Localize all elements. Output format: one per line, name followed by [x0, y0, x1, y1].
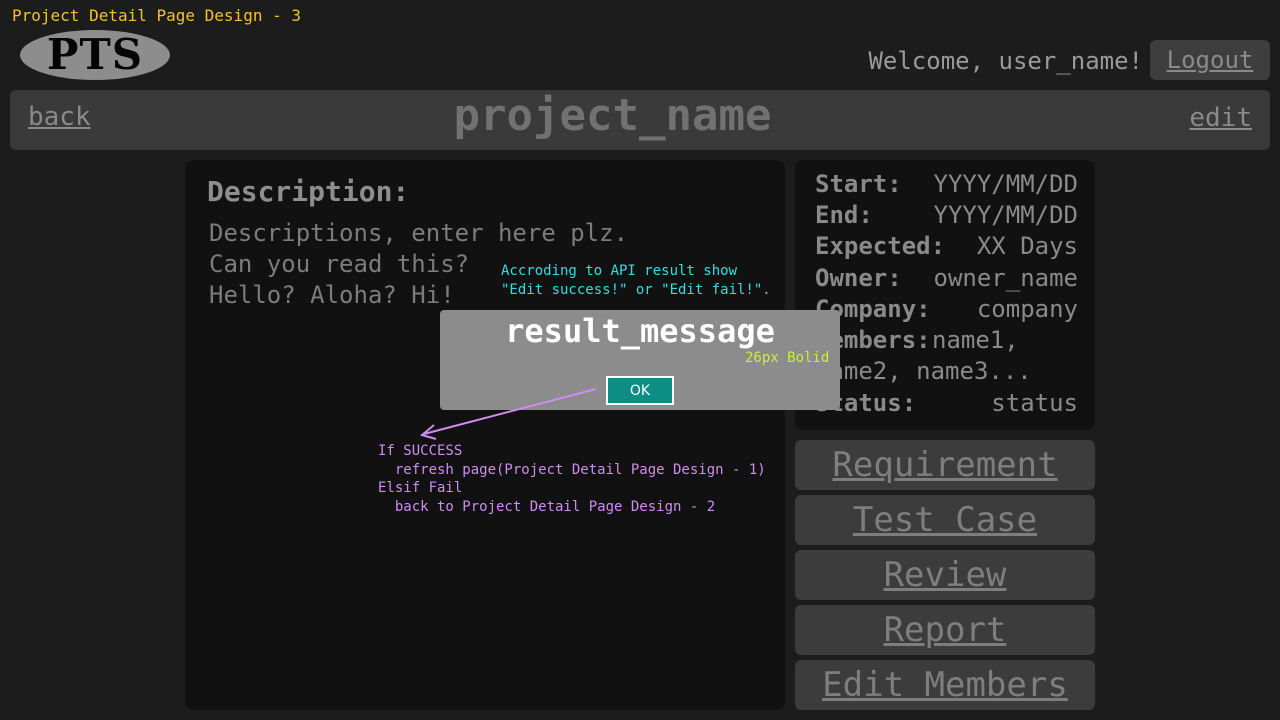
ok-button[interactable]: OK — [606, 376, 674, 405]
expected-label: Expected: — [815, 232, 946, 260]
owner-value: owner_name — [933, 264, 1079, 292]
font-size-annotation: 26px Bolid — [745, 350, 830, 366]
description-heading: Description: — [207, 175, 410, 208]
logout-button[interactable]: Logout — [1150, 40, 1270, 80]
flow-annotation: If SUCCESS refresh page(Project Detail P… — [378, 443, 766, 515]
edit-link[interactable]: edit — [1189, 103, 1252, 133]
welcome-message: Welcome, user_name! — [868, 47, 1143, 75]
api-result-annotation: Accroding to API result show "Edit succe… — [501, 263, 771, 298]
end-value: YYYY/MM/DD — [933, 201, 1079, 229]
expected-value: XX Days — [976, 232, 1078, 260]
start-value: YYYY/MM/DD — [933, 170, 1079, 198]
owner-label: Owner: — [815, 264, 902, 292]
pts-logo[interactable]: PTS — [20, 30, 170, 80]
end-label: End: — [815, 201, 873, 229]
test-case-button[interactable]: Test Case — [795, 495, 1095, 545]
members-value-1: name1, — [932, 326, 1019, 354]
result-message: result_message — [505, 312, 775, 350]
design-title: Project Detail Page Design - 3 — [12, 6, 301, 25]
review-button[interactable]: Review — [795, 550, 1095, 600]
report-button[interactable]: Report — [795, 605, 1095, 655]
status-value: status — [991, 389, 1078, 417]
company-value: company — [976, 295, 1078, 323]
edit-members-button[interactable]: Edit Members — [795, 660, 1095, 710]
logo-text: PTS — [46, 30, 144, 79]
start-label: Start: — [815, 170, 902, 198]
project-name-title: project_name — [453, 90, 772, 141]
members-value-2: name2, name3... — [815, 357, 1032, 385]
requirement-button[interactable]: Requirement — [795, 440, 1095, 490]
